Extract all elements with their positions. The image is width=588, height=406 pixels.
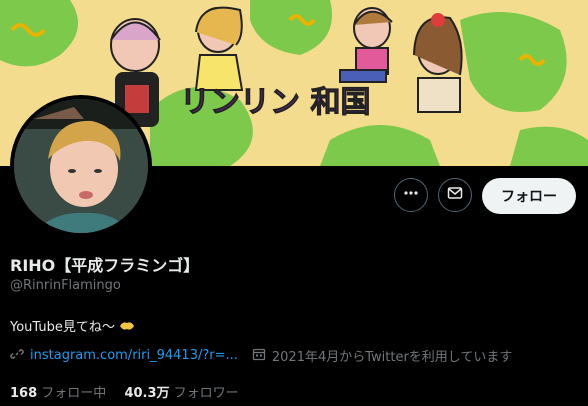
message-button[interactable] [438,178,472,212]
profile-link[interactable]: instagram.com/riri_94413/?r=... [30,348,238,363]
mail-icon [447,185,463,205]
more-icon [403,185,419,205]
following-link[interactable]: 168 フォロー中 [10,386,106,401]
followers-count: 40.3万 [124,386,170,401]
more-button[interactable] [394,178,428,212]
followers-label: フォロワー [173,386,239,401]
profile-meta: instagram.com/riri_94413/?r=... 2021年4月か… [10,346,512,365]
joined-date: 2021年4月からTwitterを利用しています [271,350,513,365]
profile-handle: @RinrinFlamingo [10,278,121,293]
profile-stats: 168 フォロー中 40.3万 フォロワー [10,382,239,401]
followers-link[interactable]: 40.3万 フォロワー [124,386,238,401]
bio-text: YouTube見てね〜 [10,320,115,335]
profile-avatar[interactable] [10,95,152,237]
link-icon [10,347,24,365]
profile-bio: YouTube見てね〜 [10,316,135,335]
following-label: フォロー中 [41,386,107,401]
banner-title-art: リンリン 和国 [180,85,370,120]
calendar-icon [252,347,266,365]
following-count: 168 [10,386,38,401]
follow-button[interactable]: フォロー [482,178,576,214]
profile-name: RIHO【平成フラミンゴ】 [10,256,200,275]
handshake-emoji [119,320,135,332]
